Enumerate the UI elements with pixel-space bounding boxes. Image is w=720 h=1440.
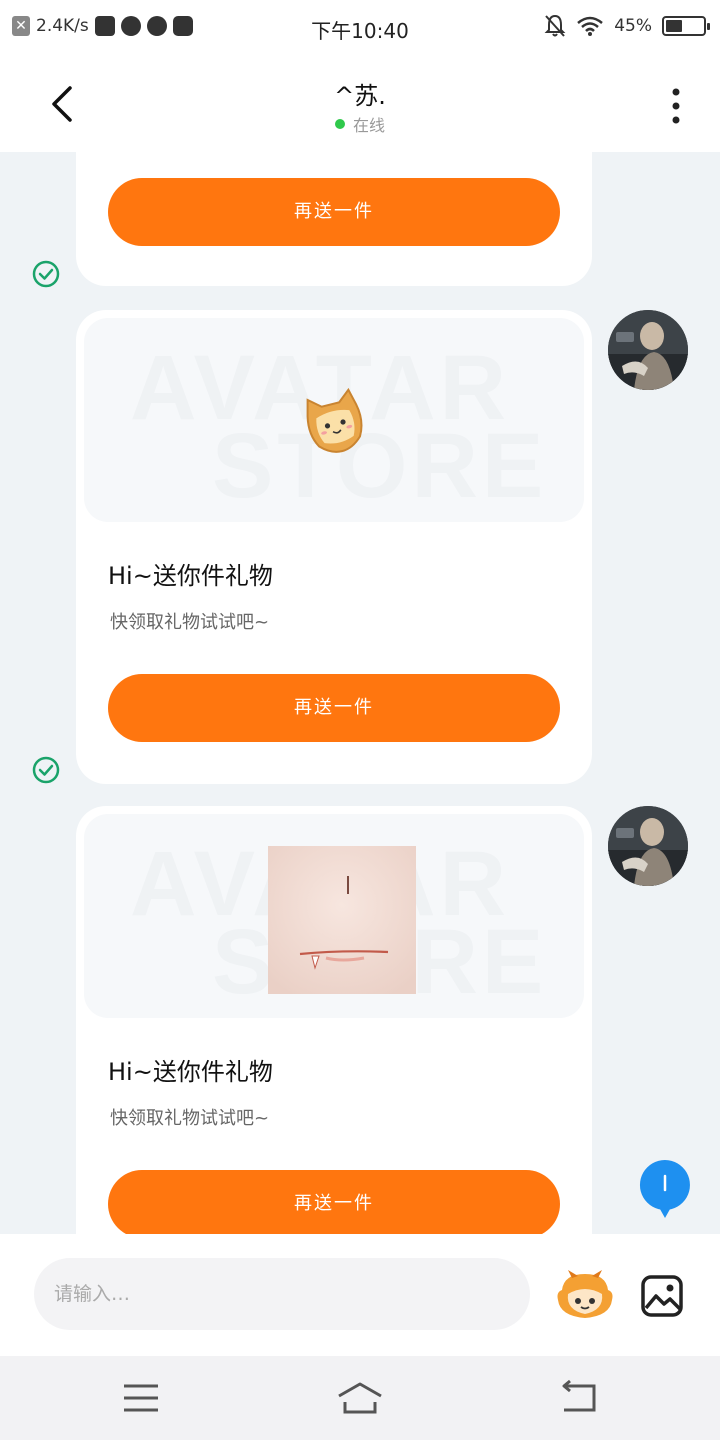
system-nav-bar	[0, 1356, 720, 1440]
status-right: 45%	[544, 14, 710, 38]
gift-message-subtitle: 快领取礼物试试吧~	[110, 1108, 270, 1129]
more-options-icon[interactable]	[664, 86, 688, 126]
wifi-icon	[577, 16, 604, 36]
mute-bell-icon	[544, 14, 566, 37]
send-again-button[interactable]: 再送一件	[108, 178, 560, 246]
battery-fill	[666, 20, 682, 32]
avatar-photo	[608, 806, 688, 886]
battery-tip	[707, 23, 710, 30]
message-input[interactable]: 请输入…	[34, 1258, 530, 1330]
gift-preview[interactable]: AVATAR STORE	[84, 814, 584, 1018]
gift-message-title: Hi~送你件礼物	[108, 562, 273, 590]
cat-toast-gift-icon	[306, 388, 363, 453]
send-again-button[interactable]: 再送一件	[108, 1170, 560, 1234]
back-nav-icon[interactable]	[554, 1378, 604, 1418]
battery-icon	[662, 16, 710, 36]
home-icon[interactable]	[335, 1378, 385, 1418]
face-gift-image	[268, 846, 416, 994]
gift-message-title: Hi~送你件礼物	[108, 1058, 273, 1086]
composer-bar: 请输入…	[0, 1234, 720, 1356]
delivered-check-icon	[32, 260, 60, 288]
battery-percent: 45%	[614, 16, 652, 36]
user-avatar[interactable]	[608, 806, 688, 886]
floating-message-icon[interactable]	[638, 1158, 692, 1220]
send-again-button[interactable]: 再送一件	[108, 674, 560, 742]
gift-message-card: AVATAR STORE Hi~送你件礼	[76, 806, 592, 1234]
gift-preview[interactable]: AVATAR STORE	[84, 318, 584, 522]
chat-header: ^苏. 在线	[0, 56, 720, 152]
chat-area[interactable]: 再送一件 AVATAR STORE Hi~送你件礼物 快领取礼物试试吧~ 再送一…	[0, 152, 720, 1234]
avatar-photo	[608, 310, 688, 390]
watermark-text: STORE	[212, 415, 548, 517]
contact-name: ^苏.	[334, 82, 386, 110]
user-avatar[interactable]	[608, 310, 688, 390]
menu-icon[interactable]	[116, 1378, 166, 1418]
online-status-text: 在线	[352, 116, 385, 135]
gift-message-subtitle: 快领取礼物试试吧~	[110, 612, 270, 633]
online-dot	[334, 119, 345, 129]
status-bar: ✕ 2.4K/s 下午10:40 45%	[0, 0, 720, 56]
emoji-sticker-icon[interactable]	[554, 1270, 616, 1322]
delivered-check-icon	[32, 756, 60, 784]
gift-message-card: 再送一件	[76, 152, 592, 286]
image-picker-icon[interactable]	[640, 1274, 684, 1318]
online-status: 在线	[0, 112, 720, 136]
gift-message-card: AVATAR STORE Hi~送你件礼物 快领取礼物试试吧~ 再送一件	[76, 310, 592, 784]
